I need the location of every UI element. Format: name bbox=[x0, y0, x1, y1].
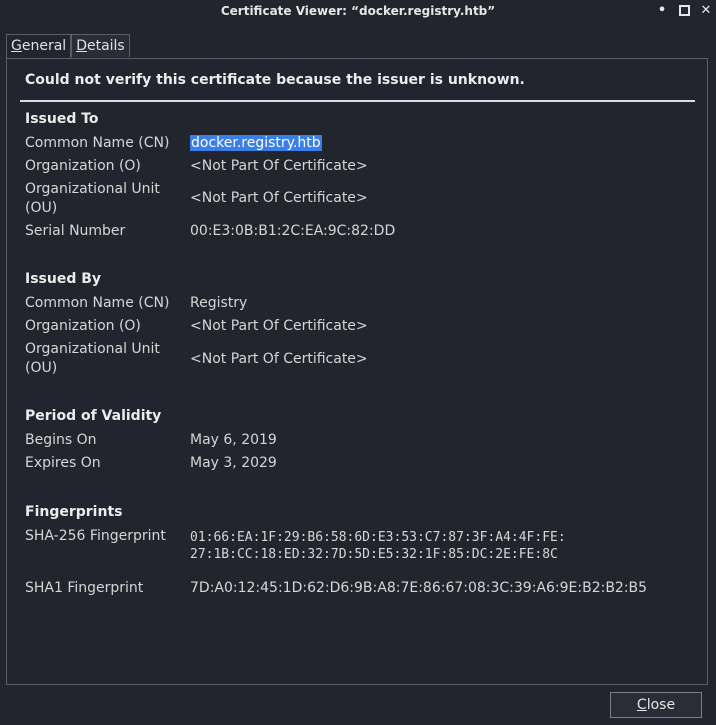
begins-on-label: Begins On bbox=[25, 432, 97, 448]
sha1-label: SHA1 Fingerprint bbox=[25, 580, 144, 596]
issued-to-org-value: <Not Part Of Certificate> bbox=[190, 158, 368, 174]
issued-to-ou-value: <Not Part Of Certificate> bbox=[190, 190, 368, 206]
minimize-icon[interactable]: • bbox=[652, 0, 672, 20]
serial-number-value: 00:E3:0B:B1:2C:EA:9C:82:DD bbox=[190, 223, 396, 239]
validity-heading: Period of Validity bbox=[25, 408, 162, 424]
sha1-value: 7D:A0:12:45:1D:62:D6:9B:A8:7E:86:67:08:3… bbox=[190, 580, 648, 596]
expires-on-label: Expires On bbox=[25, 455, 101, 471]
issued-to-cn-value[interactable]: docker.registry.htb bbox=[190, 134, 322, 153]
begins-on-value: May 6, 2019 bbox=[190, 432, 277, 448]
issued-to-cn-label: Common Name (CN) bbox=[25, 135, 170, 151]
sha256-value: 01:66:EA:1F:29:B6:58:6D:E3:53:C7:87:3F:A… bbox=[190, 530, 566, 562]
expires-on-value: May 3, 2029 bbox=[190, 455, 277, 471]
divider bbox=[20, 100, 695, 102]
issued-to-ou-label: Organizational Unit (OU) bbox=[25, 181, 160, 216]
title-bar: Certificate Viewer: “docker.registry.htb… bbox=[0, 0, 716, 20]
issued-to-org-label: Organization (O) bbox=[25, 158, 141, 174]
close-button[interactable]: Close bbox=[610, 692, 702, 718]
maximize-icon[interactable] bbox=[674, 0, 694, 20]
fingerprints-heading: Fingerprints bbox=[25, 504, 123, 520]
issued-by-org-label: Organization (O) bbox=[25, 318, 141, 334]
verification-warning: Could not verify this certificate becaus… bbox=[25, 72, 525, 88]
tab-general[interactable]: General bbox=[6, 34, 72, 59]
tab-bar: General Details bbox=[6, 34, 130, 59]
sha256-label: SHA-256 Fingerprint bbox=[25, 528, 166, 544]
window-title: Certificate Viewer: “docker.registry.htb… bbox=[220, 4, 496, 18]
issued-by-ou-value: <Not Part Of Certificate> bbox=[190, 351, 368, 367]
tab-details[interactable]: Details bbox=[71, 34, 130, 57]
issued-by-heading: Issued By bbox=[25, 271, 102, 287]
serial-number-label: Serial Number bbox=[25, 223, 126, 239]
issued-by-org-value: <Not Part Of Certificate> bbox=[190, 318, 368, 334]
close-window-icon[interactable]: ✕ bbox=[696, 0, 716, 20]
issued-by-cn-value: Registry bbox=[190, 295, 248, 311]
issued-to-heading: Issued To bbox=[25, 111, 99, 127]
general-panel: Could not verify this certificate becaus… bbox=[6, 58, 708, 685]
issued-by-cn-label: Common Name (CN) bbox=[25, 295, 170, 311]
issued-by-ou-label: Organizational Unit (OU) bbox=[25, 341, 160, 376]
